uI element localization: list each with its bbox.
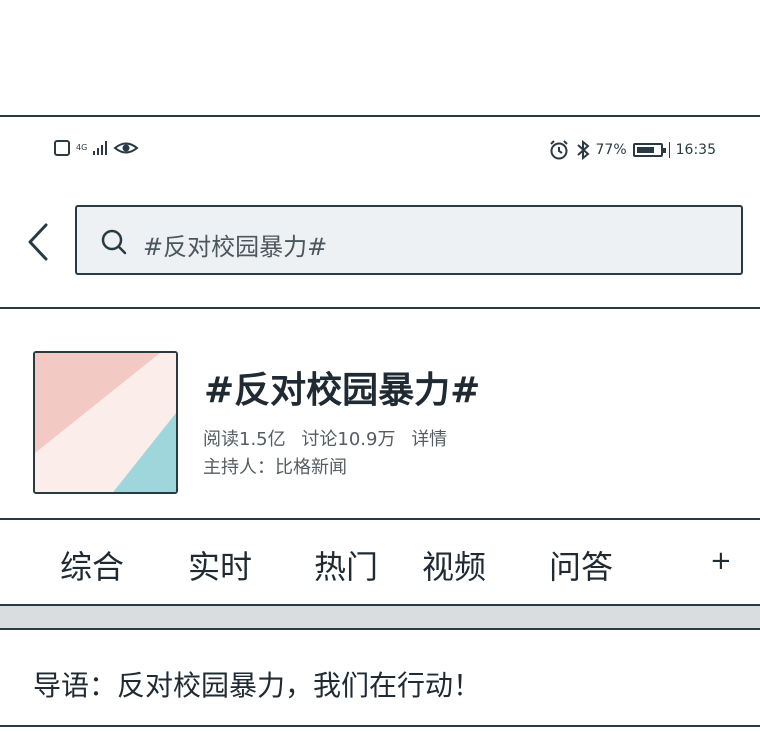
sim-icon: [54, 140, 70, 156]
tab-video[interactable]: 视频: [422, 542, 486, 588]
phone-screen: 4G 77% 16:35 #反对校园暴力# #反对校园暴力# 阅读1.5亿 讨论…: [0, 115, 760, 733]
add-tab-button[interactable]: +: [710, 546, 732, 576]
back-button[interactable]: [22, 217, 62, 267]
eye-icon: [113, 142, 139, 154]
status-right: 77% 16:35: [548, 139, 716, 161]
topic-title: #反对校园暴力#: [204, 370, 481, 411]
discussion-count: 讨论10.9万: [301, 429, 396, 450]
bluetooth-icon: [576, 140, 590, 160]
topic-cover-image: [33, 351, 178, 494]
clock: 16:35: [675, 142, 716, 158]
status-bar: 4G 77% 16:35: [0, 117, 760, 187]
search-query: #反对校园暴力#: [143, 233, 328, 261]
search-icon: [101, 229, 127, 255]
tab-hot[interactable]: 热门: [314, 542, 378, 588]
card-divider: [0, 725, 760, 727]
tab-realtime[interactable]: 实时: [188, 542, 252, 588]
signal-icon: [93, 141, 108, 155]
battery-icon: [632, 143, 666, 157]
tab-bar: 综合 实时 热门 视频 问答 +: [0, 518, 760, 606]
status-left: 4G: [54, 139, 139, 157]
details-link[interactable]: 详情: [411, 429, 447, 450]
status-divider: [668, 142, 670, 158]
read-count: 阅读1.5亿: [203, 429, 286, 450]
search-input[interactable]: #反对校园暴力#: [75, 205, 743, 275]
section-divider: [0, 606, 760, 630]
alarm-icon: [549, 140, 568, 160]
network-type: 4G: [76, 143, 88, 152]
intro-card[interactable]: 导语：反对校园暴力，我们在行动！: [0, 628, 760, 733]
topic-header: #反对校园暴力# 阅读1.5亿 讨论10.9万 详情 主持人：比格新闻: [0, 307, 760, 517]
battery-percent: 77%: [595, 142, 627, 158]
tab-general[interactable]: 综合: [60, 542, 124, 588]
topic-stats: 阅读1.5亿 讨论10.9万 详情: [203, 425, 457, 451]
battery-fill: [636, 147, 654, 153]
intro-text: 导语：反对校园暴力，我们在行动！: [33, 669, 482, 702]
tab-qa[interactable]: 问答: [549, 542, 613, 588]
search-header: #反对校园暴力#: [0, 187, 760, 309]
topic-host: 主持人：比格新闻: [203, 457, 347, 478]
